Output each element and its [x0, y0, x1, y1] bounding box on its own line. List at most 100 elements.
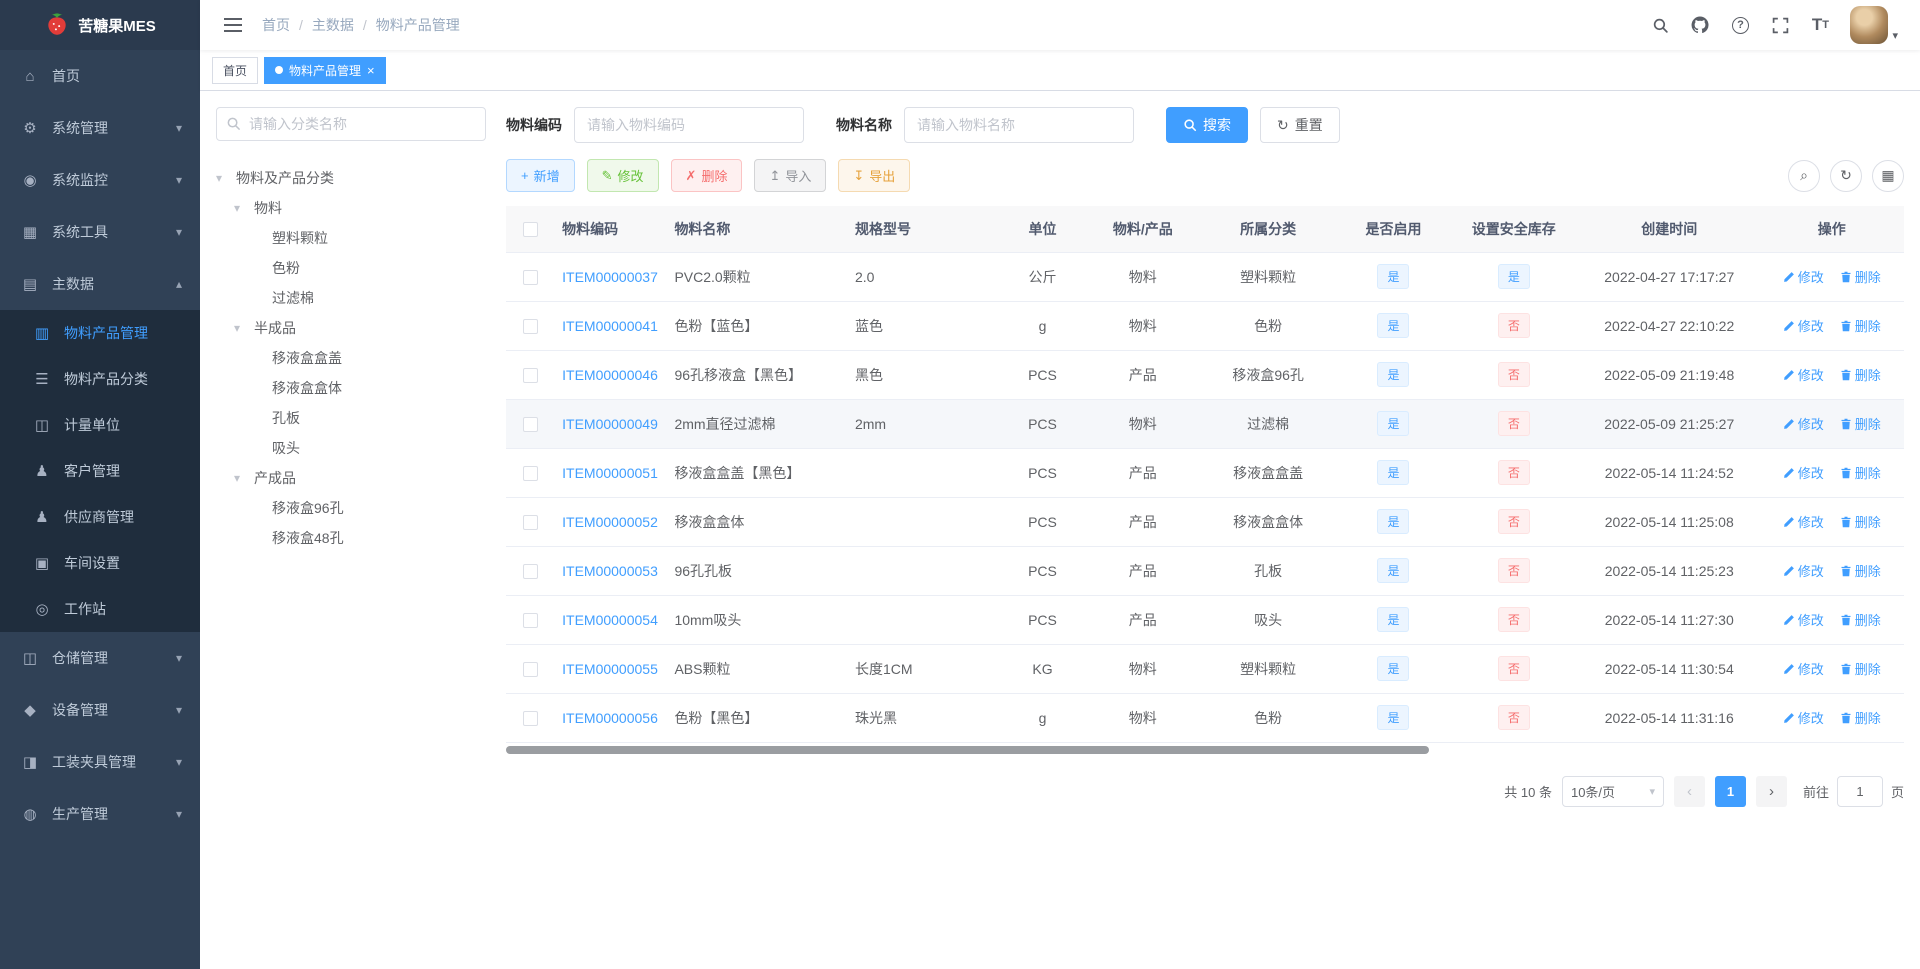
edit-link[interactable]: 修改 [1783, 463, 1824, 482]
sidebar-subitem[interactable]: ♟ 供应商管理 [0, 494, 200, 540]
tree-node[interactable]: 移液盒盒体 [216, 373, 486, 403]
material-code-link[interactable]: ITEM00000053 [562, 563, 658, 579]
material-code-link[interactable]: ITEM00000054 [562, 612, 658, 628]
refresh-icon[interactable]: ↻ [1830, 159, 1862, 192]
tree-search-input[interactable] [216, 107, 486, 141]
sidebar-item[interactable]: ◉ 系统监控 [0, 154, 200, 206]
sidebar-item[interactable]: ◍ 生产管理 [0, 788, 200, 840]
sidebar-item[interactable]: ▤ 主数据 [0, 258, 200, 310]
edit-link[interactable]: 修改 [1783, 610, 1824, 629]
delete-link[interactable]: 删除 [1840, 561, 1881, 580]
horizontal-scrollbar[interactable] [506, 745, 1904, 754]
material-code-link[interactable]: ITEM00000056 [562, 710, 658, 726]
tree-node[interactable]: 移液盒48孔 [216, 523, 486, 553]
edit-link[interactable]: 修改 [1783, 414, 1824, 433]
tab[interactable]: 首页 [212, 56, 259, 84]
tree-node[interactable]: 色粉 [216, 253, 486, 283]
material-code-link[interactable]: ITEM00000051 [562, 465, 658, 481]
toolbar-button[interactable]: ✎ 修改 [586, 159, 659, 192]
breadcrumb-item[interactable]: 物料产品管理 [376, 15, 460, 35]
sidebar-item[interactable]: ⌂ 首页 [0, 50, 200, 102]
github-icon[interactable] [1682, 7, 1718, 43]
row-checkbox[interactable] [522, 514, 538, 530]
sidebar-item[interactable]: ▦ 系统工具 [0, 206, 200, 258]
delete-link[interactable]: 删除 [1840, 463, 1881, 482]
material-code-link[interactable]: ITEM00000049 [562, 416, 658, 432]
delete-link[interactable]: 删除 [1840, 316, 1881, 335]
row-checkbox[interactable] [522, 269, 538, 285]
sidebar-subitem[interactable]: ♟ 客户管理 [0, 448, 200, 494]
breadcrumb-item[interactable]: 主数据 [312, 15, 376, 35]
sidebar-subitem[interactable]: ◎ 工作站 [0, 586, 200, 632]
edit-link[interactable]: 修改 [1783, 365, 1824, 384]
search-icon[interactable] [1642, 7, 1678, 43]
delete-link[interactable]: 删除 [1840, 708, 1881, 727]
toolbar-button[interactable]: + 新增 [506, 159, 575, 192]
tree-node[interactable]: 物料 [216, 193, 486, 223]
delete-link[interactable]: 删除 [1840, 610, 1881, 629]
edit-link[interactable]: 修改 [1783, 561, 1824, 580]
column-setting-icon[interactable]: ▦ [1872, 159, 1904, 192]
toolbar-button[interactable]: ✗ 删除 [670, 159, 743, 192]
font-size-icon[interactable]: TT [1802, 7, 1838, 43]
material-name-input[interactable] [904, 107, 1134, 143]
tree-node[interactable]: 塑料颗粒 [216, 223, 486, 253]
app-logo[interactable]: 苦糖果MES [0, 0, 200, 50]
select-all-checkbox[interactable] [522, 222, 538, 238]
tree-node[interactable]: 移液盒96孔 [216, 493, 486, 523]
edit-link[interactable]: 修改 [1783, 708, 1824, 727]
user-menu[interactable]: ▾ [1842, 6, 1906, 44]
breadcrumb-item[interactable]: 首页 [262, 15, 312, 35]
tree-node[interactable]: 半成品 [216, 313, 486, 343]
next-page-button[interactable]: › [1755, 775, 1787, 807]
toolbar-button[interactable]: ↥ 导入 [754, 159, 827, 192]
scrollbar-thumb[interactable] [506, 745, 1429, 754]
edit-link[interactable]: 修改 [1783, 267, 1824, 286]
material-code-link[interactable]: ITEM00000052 [562, 514, 658, 530]
row-checkbox[interactable] [522, 416, 538, 432]
tab-close-icon[interactable]: × [367, 64, 375, 77]
prev-page-button[interactable]: ‹ [1673, 775, 1705, 807]
edit-link[interactable]: 修改 [1783, 659, 1824, 678]
edit-link[interactable]: 修改 [1783, 512, 1824, 531]
material-code-link[interactable]: ITEM00000055 [562, 661, 658, 677]
delete-link[interactable]: 删除 [1840, 512, 1881, 531]
sidebar-subitem[interactable]: ◫ 计量单位 [0, 402, 200, 448]
delete-link[interactable]: 删除 [1840, 659, 1881, 678]
jump-page-input[interactable] [1836, 775, 1883, 807]
edit-link[interactable]: 修改 [1783, 316, 1824, 335]
tree-node[interactable]: 吸头 [216, 433, 486, 463]
fullscreen-icon[interactable] [1762, 7, 1798, 43]
row-checkbox[interactable] [522, 367, 538, 383]
tab[interactable]: 物料产品管理 × [264, 56, 386, 84]
reset-button[interactable]: ↻ 重置 [1260, 107, 1340, 143]
row-checkbox[interactable] [522, 465, 538, 481]
row-checkbox[interactable] [522, 710, 538, 726]
sidebar-item[interactable]: ⚙ 系统管理 [0, 102, 200, 154]
sidebar-subitem[interactable]: ▣ 车间设置 [0, 540, 200, 586]
sidebar-item[interactable]: ◫ 仓储管理 [0, 632, 200, 684]
tree-node[interactable]: 孔板 [216, 403, 486, 433]
row-checkbox[interactable] [522, 612, 538, 628]
sidebar-toggle-icon[interactable] [214, 17, 252, 33]
material-code-input[interactable] [574, 107, 804, 143]
sidebar-subitem[interactable]: ▥ 物料产品管理 [0, 310, 200, 356]
material-code-link[interactable]: ITEM00000041 [562, 318, 658, 334]
sidebar-subitem[interactable]: ☰ 物料产品分类 [0, 356, 200, 402]
toolbar-button[interactable]: ↧ 导出 [838, 159, 911, 192]
material-code-link[interactable]: ITEM00000046 [562, 367, 658, 383]
row-checkbox[interactable] [522, 661, 538, 677]
tree-node[interactable]: 物料及产品分类 [216, 163, 486, 193]
delete-link[interactable]: 删除 [1840, 365, 1881, 384]
tree-node[interactable]: 产成品 [216, 463, 486, 493]
page-size-select[interactable]: 10条/页 ▾ [1561, 775, 1664, 807]
help-icon[interactable]: ? [1722, 7, 1758, 43]
show-search-icon[interactable]: ⌕ [1788, 159, 1820, 192]
row-checkbox[interactable] [522, 563, 538, 579]
delete-link[interactable]: 删除 [1840, 267, 1881, 286]
sidebar-item[interactable]: ◨ 工装夹具管理 [0, 736, 200, 788]
delete-link[interactable]: 删除 [1840, 414, 1881, 433]
row-checkbox[interactable] [522, 318, 538, 334]
material-code-link[interactable]: ITEM00000037 [562, 269, 658, 285]
page-number-button[interactable]: 1 [1714, 775, 1746, 807]
